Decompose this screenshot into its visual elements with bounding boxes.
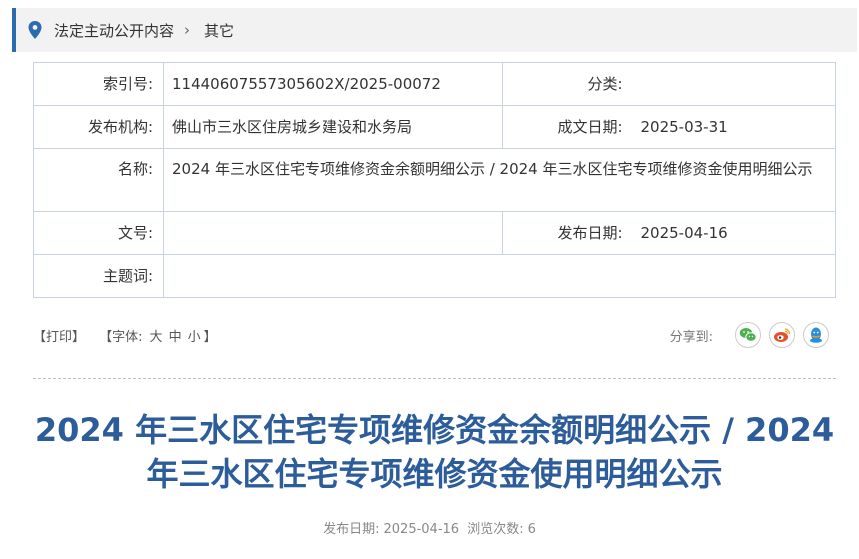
- publisher-value: 佛山市三水区住房城乡建设和水务局: [163, 105, 503, 149]
- breadcrumb: 法定主动公开内容 › 其它: [12, 8, 857, 52]
- created-date-label: 成文日期:: [502, 105, 623, 149]
- views-label: 浏览次数:: [467, 522, 524, 537]
- qq-icon: [810, 327, 822, 343]
- created-date-value: 2025-03-31: [622, 105, 836, 149]
- views-count: 6: [527, 522, 536, 537]
- doc-number-value: [163, 211, 503, 255]
- breadcrumb-parent-link[interactable]: 法定主动公开内容: [54, 20, 174, 41]
- share-label: 分享到:: [669, 329, 713, 345]
- doc-number-label: 文号:: [33, 211, 164, 255]
- index-value: 11440607557305602X/2025-00072: [163, 62, 503, 106]
- publish-date-label: 发布日期:: [323, 522, 380, 537]
- wechat-icon: [739, 328, 757, 342]
- keywords-value: [163, 254, 836, 298]
- article-publish-info: 发布日期: 2025-04-16 浏览次数: 6: [0, 518, 859, 537]
- category-label: 分类:: [502, 62, 623, 106]
- font-size-prefix: 【字体:: [99, 330, 143, 345]
- article-tools: 【打印】 【字体: 大中小】: [33, 326, 221, 345]
- publish-date-value: 2025-04-16: [622, 211, 836, 255]
- publish-date-label: 发布日期:: [502, 211, 623, 255]
- wechat-share-button[interactable]: [735, 322, 761, 348]
- weibo-icon: [774, 328, 791, 342]
- category-value: [622, 62, 836, 106]
- location-pin-icon: [28, 21, 42, 39]
- font-large-button[interactable]: 大: [150, 330, 163, 345]
- breadcrumb-current: 其它: [204, 21, 235, 40]
- section-divider: [33, 378, 836, 379]
- publish-date: 2025-04-16: [383, 522, 460, 537]
- name-value: 2024 年三水区住宅专项维修资金余额明细公示 / 2024 年三水区住宅专项维…: [163, 148, 836, 212]
- font-medium-button[interactable]: 中: [169, 330, 182, 345]
- publisher-label: 发布机构:: [33, 105, 164, 149]
- document-metadata-table: 索引号: 11440607557305602X/2025-00072 分类: 发…: [33, 62, 836, 298]
- font-size-suffix: 】: [203, 330, 217, 345]
- keywords-label: 主题词:: [33, 254, 164, 298]
- share-bar: 分享到:: [670, 322, 829, 348]
- weibo-share-button[interactable]: [769, 322, 795, 348]
- index-label: 索引号:: [33, 62, 164, 106]
- article-title: 2024 年三水区住宅专项维修资金余额明细公示 / 2024 年三水区住宅专项维…: [34, 411, 835, 493]
- font-small-button[interactable]: 小: [188, 330, 201, 345]
- chevron-right-icon: ›: [184, 21, 191, 39]
- print-button[interactable]: 【打印】: [33, 330, 85, 345]
- qq-share-button[interactable]: [803, 322, 829, 348]
- name-label: 名称:: [33, 148, 164, 212]
